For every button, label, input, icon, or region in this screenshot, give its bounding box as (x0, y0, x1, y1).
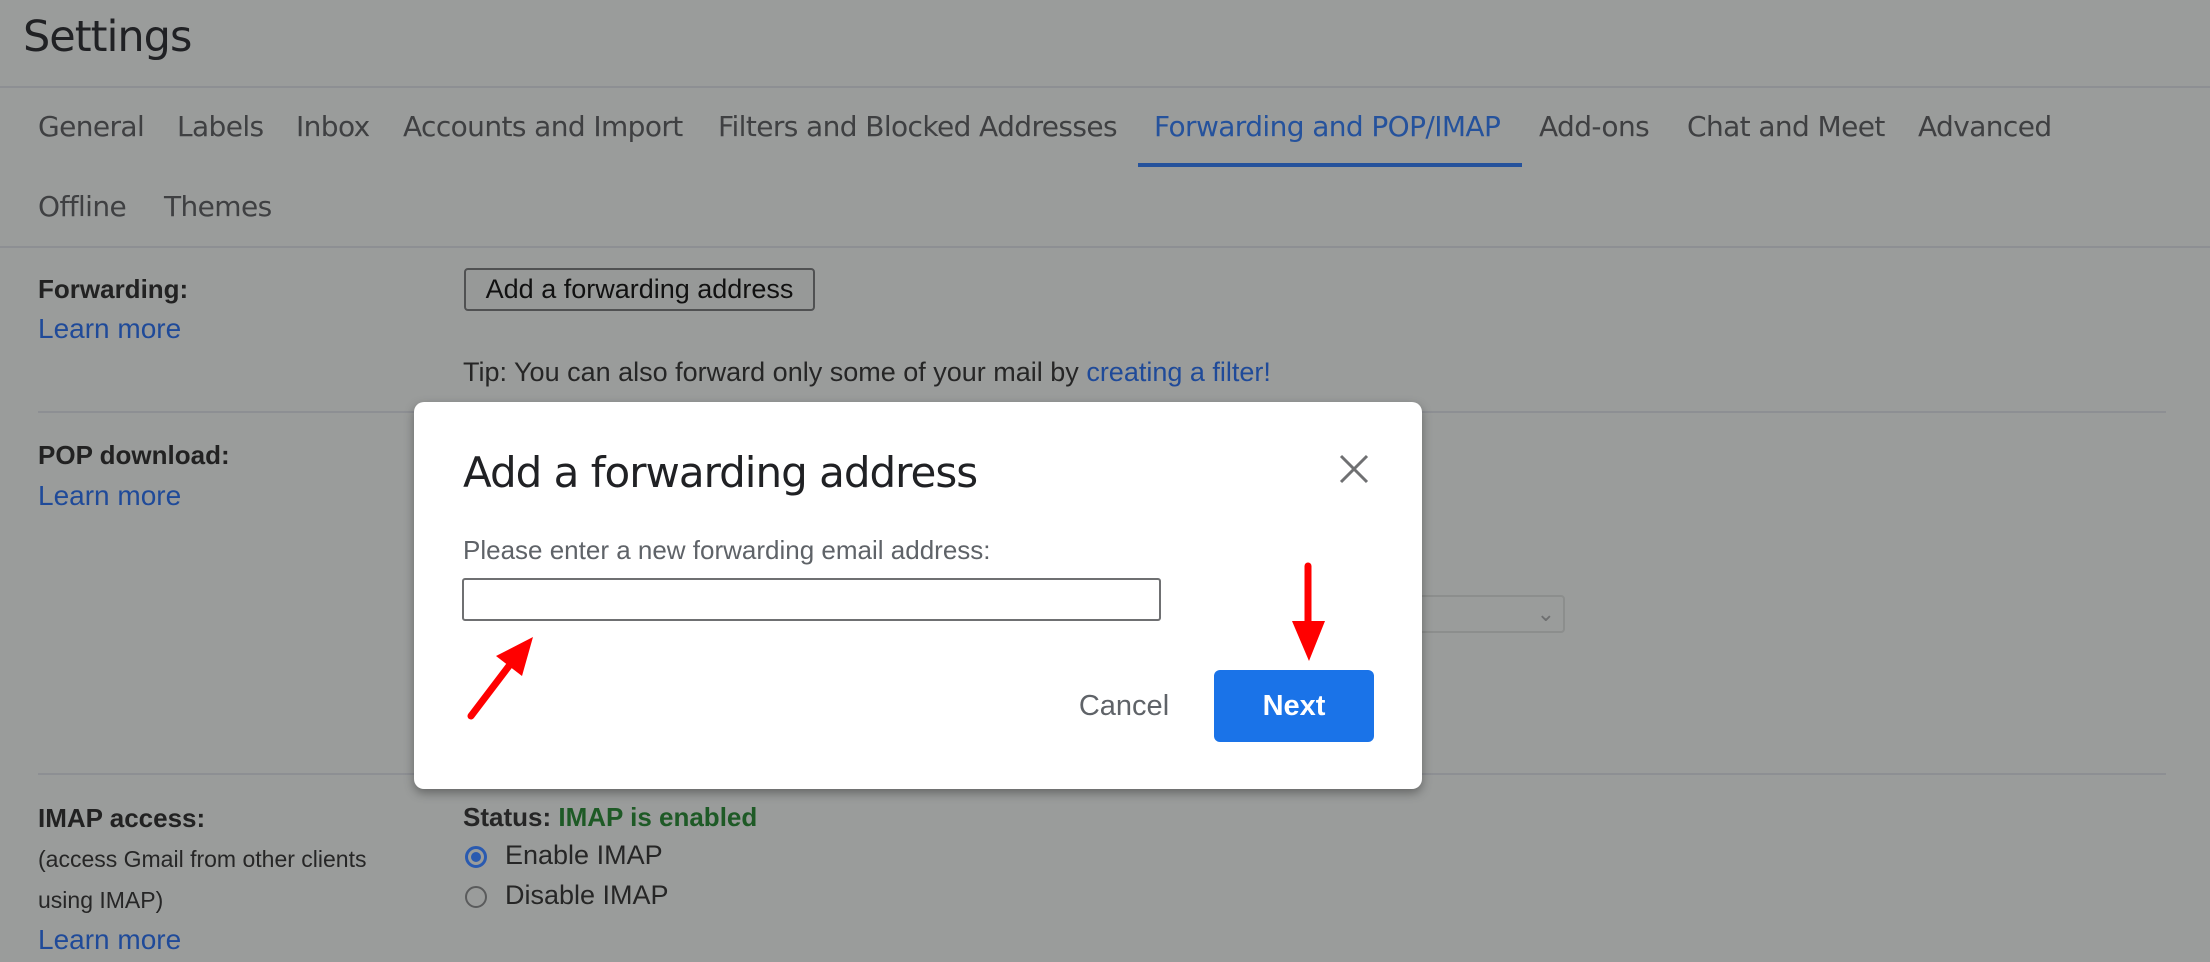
tab-labels[interactable]: Labels (177, 110, 264, 143)
tab-themes[interactable]: Themes (164, 190, 272, 223)
tab-chat-and-meet[interactable]: Chat and Meet (1687, 110, 1885, 143)
close-icon[interactable] (1337, 452, 1371, 486)
dialog-prompt: Please enter a new forwarding email addr… (463, 535, 991, 565)
forwarding-email-input[interactable] (462, 578, 1161, 621)
cancel-button[interactable]: Cancel (1058, 670, 1190, 742)
page-title: Settings (23, 12, 192, 62)
tab-forwarding-and-pop-imap[interactable]: Forwarding and POP/IMAP (1154, 110, 1501, 143)
disable-imap-radio[interactable] (465, 886, 487, 908)
tab-accounts-and-import[interactable]: Accounts and Import (403, 110, 683, 143)
enable-imap-radio[interactable] (465, 846, 487, 868)
dialog-title: Add a forwarding address (463, 448, 978, 497)
imap-description-line2: using IMAP) (38, 887, 164, 913)
add-forwarding-address-button[interactable]: Add a forwarding address (464, 268, 815, 311)
tab-filters-and-blocked-addresses[interactable]: Filters and Blocked Addresses (718, 110, 1118, 143)
forwarding-label: Forwarding: (38, 274, 189, 304)
tab-advanced[interactable]: Advanced (1918, 110, 2052, 143)
creating-filter-link[interactable]: creating a filter! (1086, 357, 1271, 387)
imap-access-label: IMAP access: (38, 803, 206, 833)
imap-status: Status: IMAP is enabled (463, 802, 757, 833)
header-divider (0, 86, 2210, 88)
tab-add-ons[interactable]: Add-ons (1539, 110, 1650, 143)
chevron-down-icon: ⌄ (1536, 601, 1555, 626)
active-tab-indicator (1138, 163, 1522, 167)
tip-text: Tip: You can also forward only some of y… (463, 357, 1087, 387)
imap-learn-more-link[interactable]: Learn more (38, 924, 181, 956)
tab-offline[interactable]: Offline (38, 190, 127, 223)
forwarding-tip: Tip: You can also forward only some of y… (463, 357, 1271, 388)
tabs-divider (0, 246, 2210, 248)
tab-general[interactable]: General (38, 110, 145, 143)
pop-learn-more-link[interactable]: Learn more (38, 480, 181, 512)
next-button[interactable]: Next (1214, 670, 1374, 742)
disable-imap-label[interactable]: Disable IMAP (505, 880, 669, 911)
imap-description-line1: (access Gmail from other clients (38, 846, 367, 872)
pop-download-label: POP download: (38, 440, 230, 470)
imap-status-value: IMAP is enabled (558, 802, 758, 832)
tab-inbox[interactable]: Inbox (296, 110, 370, 143)
add-forwarding-address-dialog: Add a forwarding address Please enter a … (414, 402, 1422, 789)
forwarding-learn-more-link[interactable]: Learn more (38, 313, 181, 345)
imap-status-label: Status: (463, 802, 559, 832)
enable-imap-label[interactable]: Enable IMAP (505, 840, 663, 871)
